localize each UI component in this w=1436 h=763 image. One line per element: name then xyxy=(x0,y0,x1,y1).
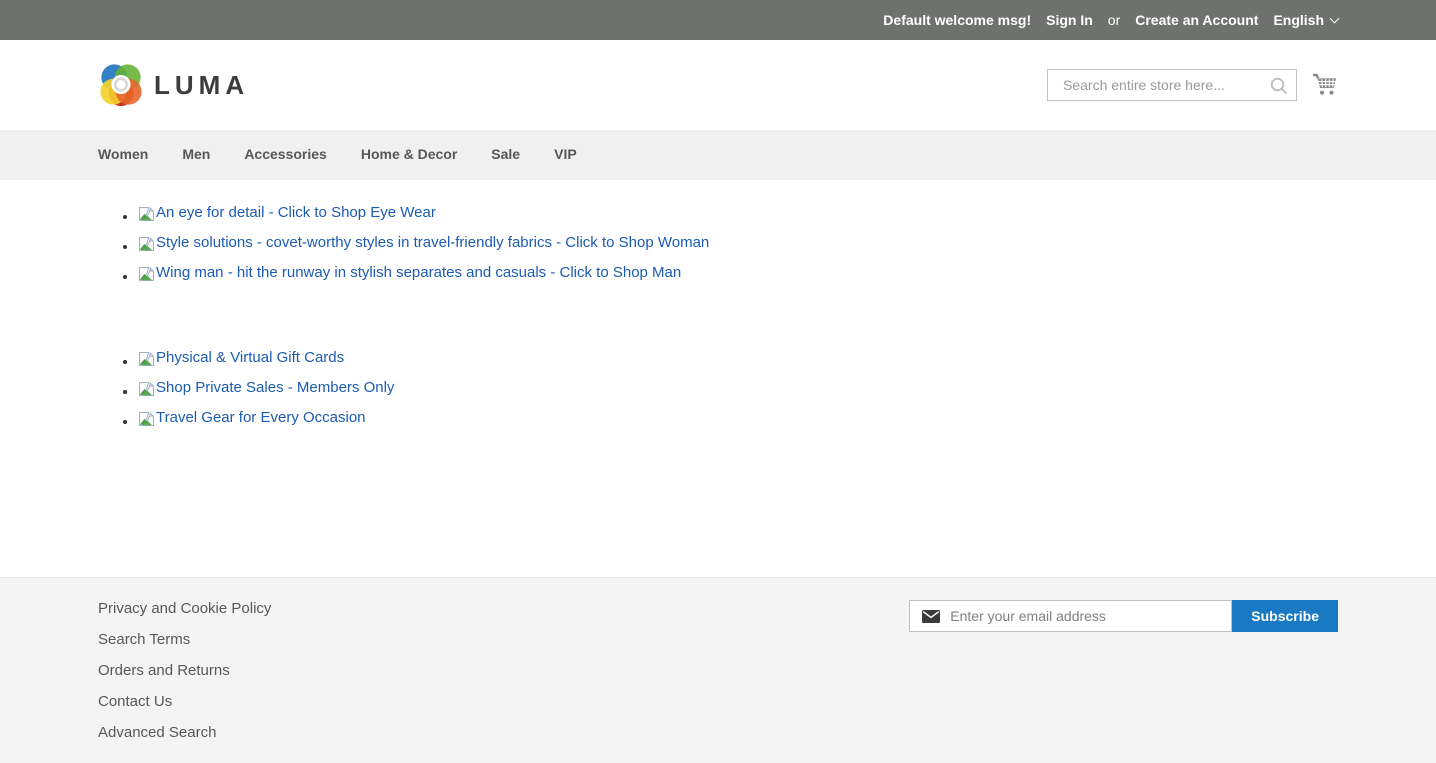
promo-banner-link[interactable]: Style solutions - covet-worthy styles in… xyxy=(138,228,709,258)
promo-banner-link[interactable]: Shop Private Sales - Members Only xyxy=(138,373,394,403)
promo-banner-link[interactable]: Wing man - hit the runway in stylish sep… xyxy=(138,258,681,288)
footer-links-list: Privacy and Cookie Policy Search Terms O… xyxy=(98,600,271,755)
list-item: Style solutions - covet-worthy styles in… xyxy=(138,228,1338,258)
list-item: Shop Private Sales - Members Only xyxy=(138,373,1338,403)
language-switcher[interactable]: English xyxy=(1273,12,1338,28)
promo-banner-label: Style solutions - covet-worthy styles in… xyxy=(156,228,709,258)
main-content: An eye for detail - Click to Shop Eye We… xyxy=(0,180,1436,577)
footer-link[interactable]: Advanced Search xyxy=(98,724,216,741)
store-logo-text: LUMA xyxy=(154,70,249,101)
promo-banner-link[interactable]: Physical & Virtual Gift Cards xyxy=(138,343,344,373)
nav-item-link[interactable]: Sale xyxy=(491,146,520,162)
newsletter-block: Subscribe xyxy=(909,600,1338,755)
list-item: Wing man - hit the runway in stylish sep… xyxy=(138,258,1338,288)
nav-item: Home & Decor xyxy=(361,146,457,164)
promo-banner-label: An eye for detail - Click to Shop Eye We… xyxy=(156,198,436,228)
top-panel: Default welcome msg! Sign In or Create a… xyxy=(0,0,1436,40)
envelope-icon xyxy=(922,610,940,623)
nav-item-link[interactable]: Men xyxy=(182,146,210,162)
search-input[interactable] xyxy=(1047,69,1297,101)
broken-image-icon xyxy=(138,236,155,252)
list-item: Physical & Virtual Gift Cards xyxy=(138,343,1338,373)
search-submit-button[interactable] xyxy=(1267,74,1291,101)
footer-link[interactable]: Search Terms xyxy=(98,631,190,648)
promo-banner-label: Shop Private Sales - Members Only xyxy=(156,373,394,403)
page-header: LUMA xyxy=(0,40,1436,130)
newsletter-email-input[interactable] xyxy=(909,600,1232,632)
broken-image-icon xyxy=(138,351,155,367)
promo-banner-list-secondary: Physical & Virtual Gift Cards Shop Priva… xyxy=(98,343,1338,433)
broken-image-icon xyxy=(138,206,155,222)
page-footer: Privacy and Cookie Policy Search Terms O… xyxy=(0,577,1436,763)
footer-link[interactable]: Privacy and Cookie Policy xyxy=(98,600,271,617)
promo-banner-list-primary: An eye for detail - Click to Shop Eye We… xyxy=(98,198,1338,288)
cart-icon xyxy=(1311,84,1338,101)
nav-item-link[interactable]: Home & Decor xyxy=(361,146,457,162)
nav-item: Accessories xyxy=(244,146,327,164)
minicart-button[interactable] xyxy=(1311,73,1338,97)
promo-banner-label: Travel Gear for Every Occasion xyxy=(156,403,366,433)
list-item: An eye for detail - Click to Shop Eye We… xyxy=(138,198,1338,228)
nav-item: Men xyxy=(182,146,210,164)
footer-link-item: Orders and Returns xyxy=(98,662,271,680)
nav-item-link[interactable]: Accessories xyxy=(244,146,327,162)
broken-image-icon xyxy=(138,411,155,427)
luma-logo-icon xyxy=(98,62,144,108)
nav-item-link[interactable]: VIP xyxy=(554,146,577,162)
or-text: or xyxy=(1108,12,1120,28)
create-account-link[interactable]: Create an Account xyxy=(1135,12,1258,28)
list-item: Travel Gear for Every Occasion xyxy=(138,403,1338,433)
promo-banner-label: Wing man - hit the runway in stylish sep… xyxy=(156,258,681,288)
sign-in-link[interactable]: Sign In xyxy=(1046,12,1093,28)
main-navigation: Women Men Accessories Home & Decor Sale … xyxy=(0,130,1436,180)
promo-banner-link[interactable]: An eye for detail - Click to Shop Eye We… xyxy=(138,198,436,228)
nav-menu: Women Men Accessories Home & Decor Sale … xyxy=(98,130,1338,180)
footer-link-item: Search Terms xyxy=(98,631,271,649)
footer-link-item: Privacy and Cookie Policy xyxy=(98,600,271,618)
footer-link[interactable]: Contact Us xyxy=(98,693,172,710)
search-icon xyxy=(1269,84,1289,99)
nav-item-link[interactable]: Women xyxy=(98,146,148,162)
subscribe-button[interactable]: Subscribe xyxy=(1232,600,1338,632)
language-switcher-label: English xyxy=(1273,12,1324,28)
nav-item: VIP xyxy=(554,146,577,164)
nav-item: Sale xyxy=(491,146,520,164)
broken-image-icon xyxy=(138,381,155,397)
chevron-down-icon xyxy=(1330,13,1340,23)
nav-item: Women xyxy=(98,146,148,164)
store-logo[interactable]: LUMA xyxy=(98,62,249,108)
footer-link-item: Contact Us xyxy=(98,693,271,711)
footer-link-item: Advanced Search xyxy=(98,724,271,742)
promo-banner-link[interactable]: Travel Gear for Every Occasion xyxy=(138,403,366,433)
footer-link[interactable]: Orders and Returns xyxy=(98,662,230,679)
search-box xyxy=(1047,69,1297,101)
welcome-message: Default welcome msg! xyxy=(883,12,1031,28)
broken-image-icon xyxy=(138,266,155,282)
promo-banner-label: Physical & Virtual Gift Cards xyxy=(156,343,344,373)
